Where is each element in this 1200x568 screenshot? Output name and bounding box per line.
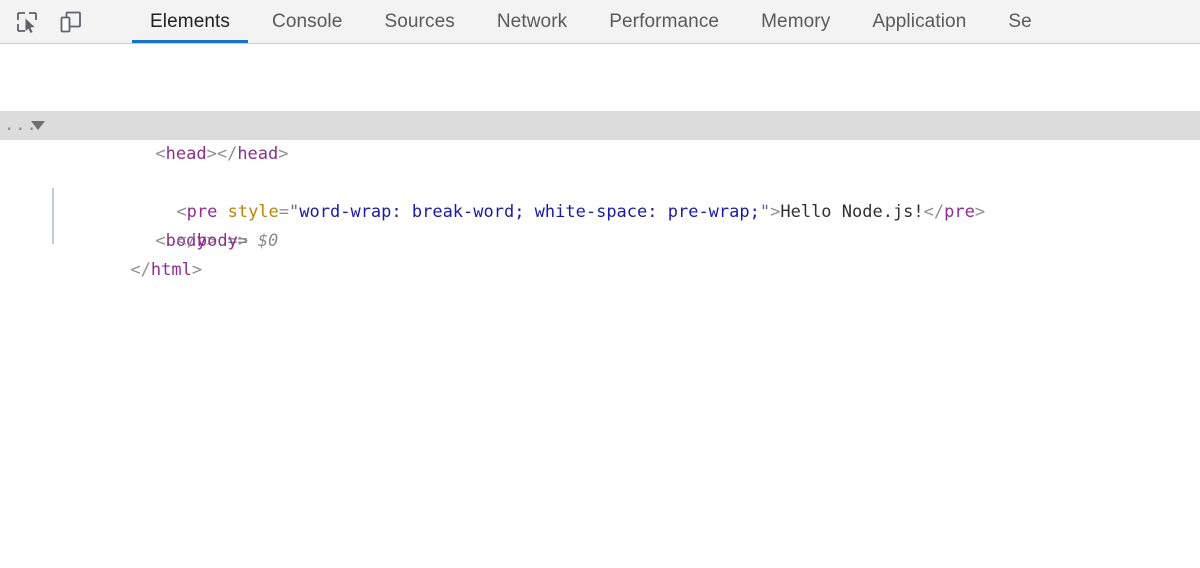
dom-node-html-open[interactable]: <html> — [0, 53, 1200, 135]
tab-security[interactable]: Se — [987, 0, 1052, 43]
inspect-element-icon[interactable] — [12, 7, 42, 37]
tag-name-html-close: html — [150, 260, 192, 280]
tab-memory[interactable]: Memory — [740, 0, 851, 43]
toolbar-icon-group — [0, 0, 115, 43]
angle-bracket: </ — [130, 260, 151, 280]
dom-node-body-close[interactable]: </body> — [0, 169, 1200, 251]
tab-console[interactable]: Console — [251, 0, 363, 43]
device-toolbar-icon[interactable] — [56, 7, 86, 37]
dom-node-head[interactable]: <head></head> — [0, 82, 1200, 164]
tab-application[interactable]: Application — [851, 0, 987, 43]
tab-network[interactable]: Network — [476, 0, 588, 43]
dom-node-html-close[interactable]: </html> — [0, 198, 1200, 280]
tab-elements[interactable]: Elements — [129, 0, 251, 43]
tag-name-body-close: body — [196, 231, 238, 251]
devtools-toolbar: Elements Console Sources Network Perform… — [0, 0, 1200, 44]
dom-node-body-open[interactable]: ... <body> == $0 — [0, 111, 1200, 251]
chevron-down-icon[interactable] — [31, 121, 45, 130]
angle-bracket: > — [237, 231, 249, 251]
angle-bracket: > — [191, 260, 203, 280]
dom-node-pre[interactable]: <pre style="word-wrap: break-word; white… — [0, 140, 1200, 222]
tab-performance[interactable]: Performance — [588, 0, 740, 43]
dom-tree-panel[interactable]: <html> <head></head> ... <body> == $0 <p… — [0, 44, 1200, 567]
devtools-tab-strip: Elements Console Sources Network Perform… — [129, 0, 1200, 43]
tab-sources[interactable]: Sources — [363, 0, 475, 43]
